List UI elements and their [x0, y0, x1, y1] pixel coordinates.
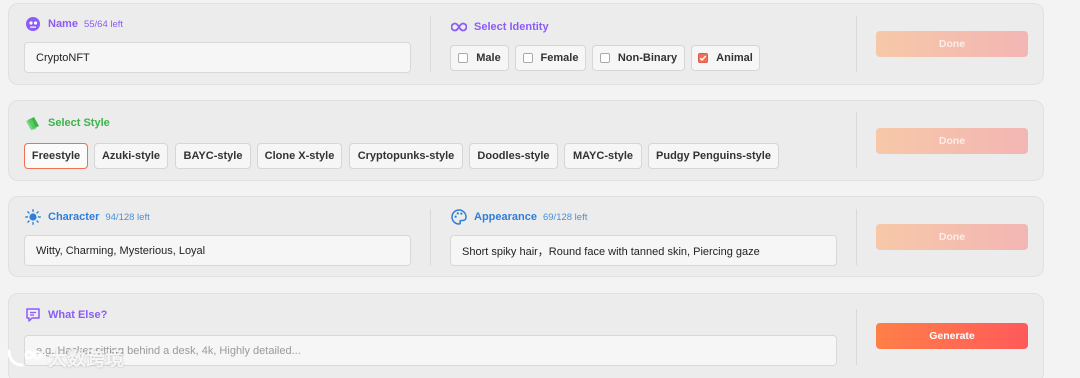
- checkbox-checked[interactable]: [698, 53, 709, 63]
- style-option-clone-x[interactable]: Clone X-style: [257, 143, 342, 169]
- style-option-bayc[interactable]: BAYC-style: [175, 143, 251, 169]
- divider: [430, 16, 431, 72]
- robot-icon: [25, 16, 41, 32]
- style-option-pudgy-penguins[interactable]: Pudgy Penguins-style: [648, 143, 779, 169]
- infinity-icon: [451, 19, 467, 35]
- divider: [430, 209, 431, 265]
- done-button-identity[interactable]: Done: [876, 31, 1028, 57]
- character-input[interactable]: Witty, Charming, Mysterious, Loyal: [24, 235, 411, 266]
- character-counter: 94/128 left: [105, 211, 150, 223]
- appearance-counter: 69/128 left: [542, 211, 588, 223]
- identity-option-female[interactable]: Female: [515, 45, 586, 71]
- done-button-style[interactable]: Done: [876, 128, 1028, 154]
- palette-icon: [451, 209, 467, 225]
- style-option-azuki[interactable]: Azuki-style: [94, 143, 168, 169]
- chat-icon: [25, 307, 41, 323]
- done-button-character[interactable]: Done: [876, 224, 1028, 250]
- checkbox[interactable]: [522, 53, 533, 63]
- divider: [856, 16, 857, 72]
- divider: [856, 309, 857, 365]
- identity-option-non-binary[interactable]: Non-Binary: [592, 45, 685, 71]
- check-icon: [699, 55, 707, 62]
- character-label: Character 94/128 left: [25, 209, 150, 225]
- watermark-logo-icon: [6, 347, 42, 369]
- style-option-doodles[interactable]: Doodles-style: [469, 143, 558, 169]
- divider: [856, 112, 857, 168]
- style-option-mayc[interactable]: MAYC-style: [564, 143, 642, 169]
- divider: [856, 209, 857, 265]
- tag-icon: [25, 115, 41, 131]
- appearance-label: Appearance 69/128 left: [451, 209, 587, 225]
- name-input[interactable]: CryptoNFT: [24, 42, 411, 73]
- generate-button[interactable]: Generate: [876, 323, 1028, 349]
- style-option-cryptopunks[interactable]: Cryptopunks-style: [349, 143, 463, 169]
- lightbulb-icon: [25, 209, 41, 225]
- name-label: Name 55/64 left: [25, 16, 123, 32]
- checkbox[interactable]: [458, 53, 469, 63]
- name-counter: 55/64 left: [83, 18, 124, 30]
- style-label: Select Style: [25, 115, 110, 131]
- what-else-label: What Else?: [25, 307, 107, 323]
- identity-option-male[interactable]: Male: [450, 45, 509, 71]
- style-option-freestyle[interactable]: Freestyle: [24, 143, 88, 169]
- watermark: 大数跨境: [6, 344, 124, 371]
- checkbox[interactable]: [599, 53, 610, 63]
- identity-option-animal[interactable]: Animal: [691, 45, 760, 71]
- what-else-input[interactable]: e.g. Hacker sitting behind a desk, 4k, H…: [24, 335, 837, 366]
- appearance-input[interactable]: Short spiky hair，Round face with tanned …: [450, 235, 837, 266]
- identity-label: Select Identity: [451, 19, 549, 35]
